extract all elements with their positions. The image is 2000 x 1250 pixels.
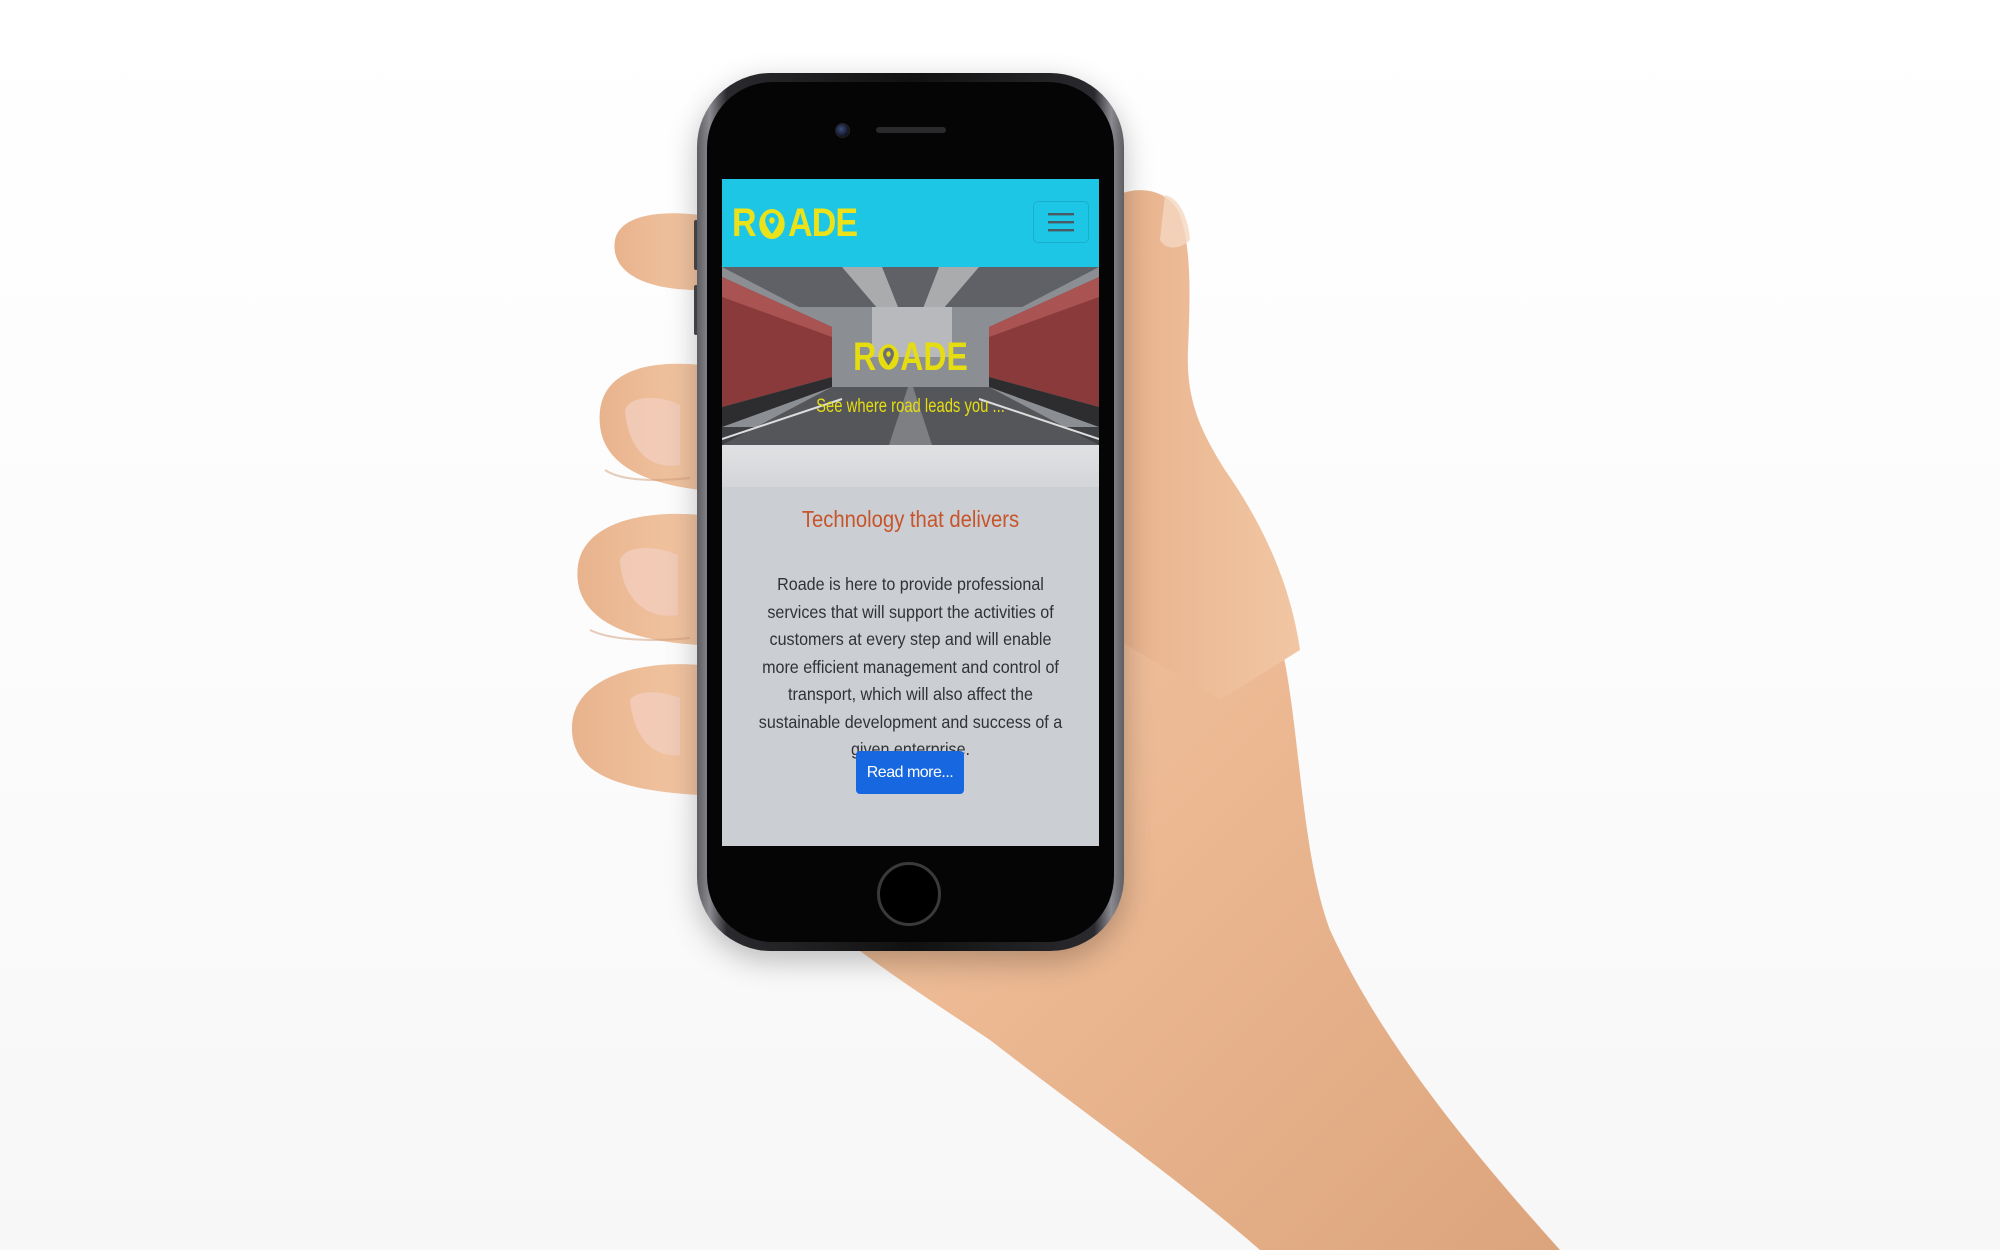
speaker-grille: [876, 127, 946, 133]
menu-toggle-button[interactable]: [1033, 201, 1089, 243]
map-pin-icon: [759, 208, 785, 239]
map-pin-icon: [878, 344, 899, 370]
section-title: Technology that delivers: [801, 506, 1020, 532]
mockup-stage: R ADE R ADE See where road leads you ...…: [0, 0, 2000, 1250]
hero-banner: R ADE See where road leads you ...: [722, 267, 1099, 445]
read-more-button[interactable]: Read more...: [856, 751, 964, 794]
navbar: R ADE: [722, 179, 1099, 267]
hero-logo: R ADE: [760, 335, 1062, 380]
brand-logo[interactable]: R ADE: [732, 201, 858, 246]
home-button[interactable]: [877, 862, 941, 926]
hero-logo-prefix: R: [853, 335, 877, 379]
section-text: Roade is here to provide professional se…: [758, 574, 1063, 759]
brand-prefix: R: [732, 201, 757, 245]
brand-suffix: ADE: [788, 201, 858, 245]
hero-tagline: See where road leads you ...: [816, 396, 1005, 417]
intro-section: Technology that delivers Roade is here t…: [722, 487, 1099, 846]
hero-logo-suffix: ADE: [900, 335, 968, 379]
hamburger-menu-icon: [1048, 213, 1074, 232]
camera-icon: [835, 123, 850, 138]
hero-separator: [722, 445, 1099, 487]
phone-screen: R ADE R ADE See where road leads you ...…: [722, 179, 1099, 846]
